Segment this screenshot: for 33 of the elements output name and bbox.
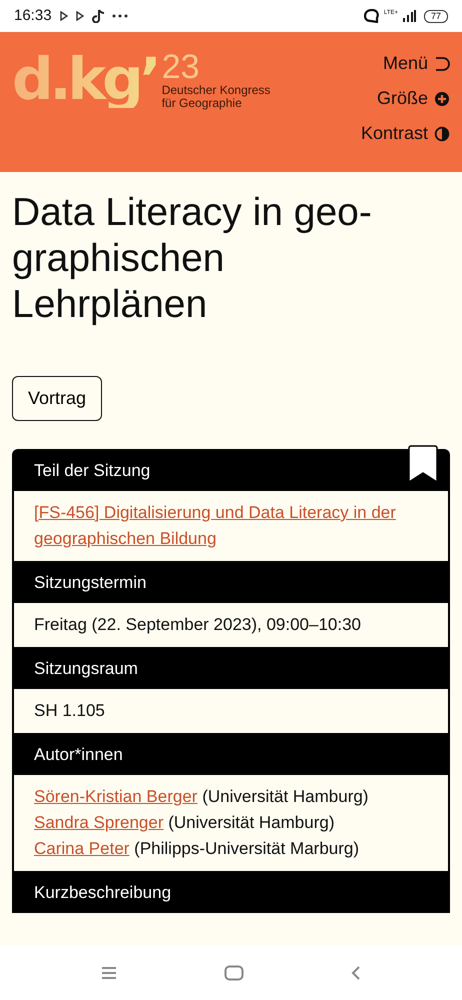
menu-icon [434,56,450,72]
logo-subtitle: Deutscher Kongress [162,84,270,97]
back-icon[interactable] [350,964,361,980]
menu-button[interactable]: Kontrast [360,120,450,147]
menu-icon[interactable] [101,966,118,980]
author-link[interactable]: Sören-Kristian Berger [34,787,198,806]
home-icon[interactable] [224,964,244,980]
logo-subtitle: für Geographie [162,96,242,110]
chat-icon [364,9,380,23]
bookmark-icon[interactable] [408,445,438,483]
contrast-icon [434,126,450,142]
affiliation-text: (Universität Hamburg) [202,787,368,806]
battery-level: 77 [424,10,448,22]
section-heading: Autor*innen [14,735,448,775]
page-title: Data Literacy in geo- graphischen Lehrplänen [12,190,373,328]
section-heading: Kurzbeschreibung [14,873,448,913]
affiliation-text: (Philipps-Universität Marburg) [134,839,360,858]
logo-year: 23 [162,50,200,84]
section-heading: Sitzungsraum [14,649,448,689]
type-button[interactable]: Vortrag [12,376,102,421]
menu-button[interactable]: Größe [376,85,450,112]
author-link[interactable]: Carina Peter [34,839,130,858]
affiliation-text: (Universität Hamburg) [168,813,334,832]
menu-button[interactable]: Menü [382,50,450,77]
more-icon [112,14,128,18]
clock-time: 16:33 [14,6,52,26]
section-heading: Sitzungstermin [14,563,448,603]
signal-icon [402,10,416,22]
author-link[interactable]: Sandra Sprenger [34,813,164,832]
music-note-icon [92,9,104,23]
plus-icon [434,90,450,106]
section-heading: Teil der Sitzung [14,451,448,491]
session-link[interactable]: [FS-456] Digitalisierung und Data Literacy in der geographischen Bildung [34,500,428,552]
